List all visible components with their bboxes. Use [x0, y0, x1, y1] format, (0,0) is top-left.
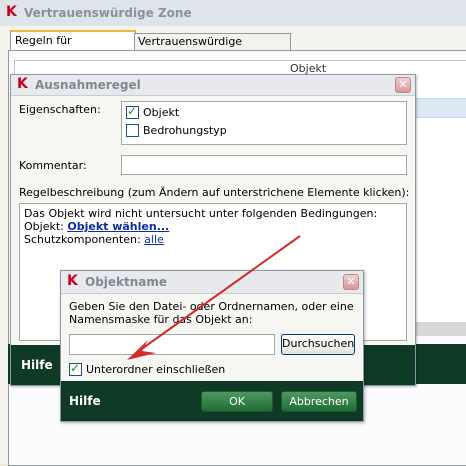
- annotation-arrow: [127, 235, 301, 360]
- arrow-shaft: [142, 235, 301, 349]
